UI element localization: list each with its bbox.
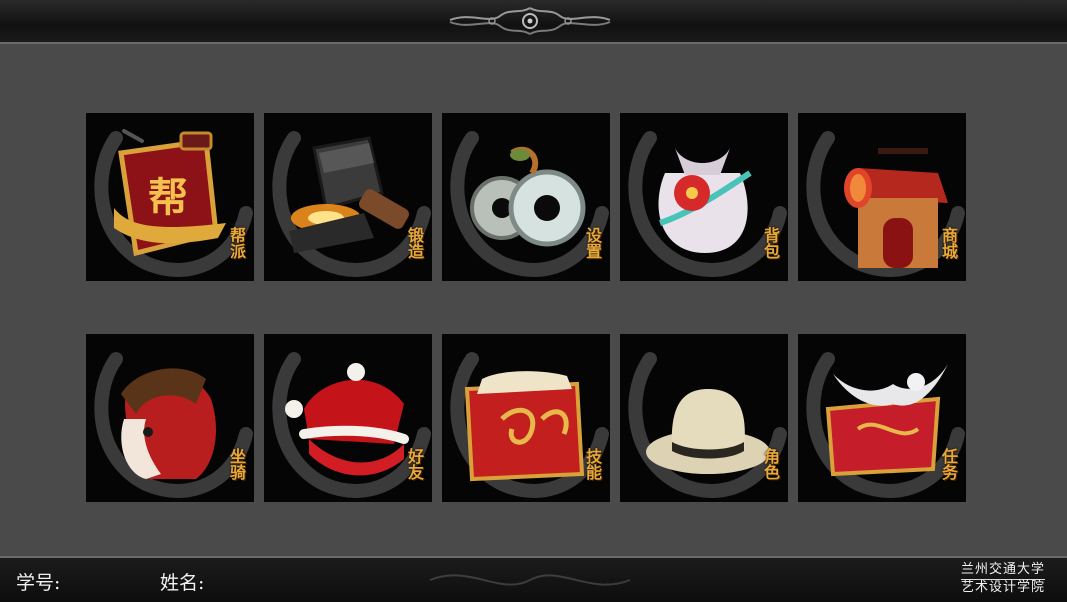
school-name: 兰州交通大学 艺术设计学院 [960, 562, 1045, 596]
tile-label: 角色 [761, 448, 780, 480]
backpack-tile[interactable]: 背包 [620, 113, 788, 281]
quest-tile[interactable]: 任务 [798, 334, 966, 502]
tile-label: 坐骑 [227, 448, 246, 480]
footer-bar: 学号: 姓名: 兰州交通大学 艺术设计学院 [0, 556, 1067, 602]
tile-label: 锻造 [405, 227, 424, 259]
tile-label: 商城 [939, 227, 958, 259]
top-bar [0, 0, 1067, 44]
name-label: 姓名: [160, 572, 205, 594]
mount-tile[interactable]: 坐骑 [86, 334, 254, 502]
tile-label: 背包 [761, 227, 780, 259]
forge-tile[interactable]: 锻造 [264, 113, 432, 281]
tile-label: 任务 [939, 448, 958, 480]
skills-tile[interactable]: 技能 [442, 334, 610, 502]
guild-tile[interactable]: 帮 帮派 [86, 113, 254, 281]
footer-ornament-icon [429, 574, 631, 586]
student-id-label: 学号: [16, 572, 61, 594]
filigree-ornament-icon [449, 7, 611, 35]
tile-label: 设置 [583, 227, 602, 259]
tile-label: 技能 [583, 448, 602, 480]
school-name-line1: 兰州交通大学 [960, 562, 1045, 580]
friends-tile[interactable]: 好友 [264, 334, 432, 502]
school-name-line2: 艺术设计学院 [960, 580, 1045, 595]
settings-tile[interactable]: 设置 [442, 113, 610, 281]
shop-tile[interactable]: 商城 [798, 113, 966, 281]
character-tile[interactable]: 角色 [620, 334, 788, 502]
svg-text:帮: 帮 [148, 174, 188, 221]
menu-icon-grid: 帮 帮派 锻造 设置 背包 商城 坐骑 好友 技能 角色 任务 [86, 113, 966, 503]
tile-label: 帮派 [227, 227, 246, 259]
tile-label: 好友 [405, 448, 424, 480]
